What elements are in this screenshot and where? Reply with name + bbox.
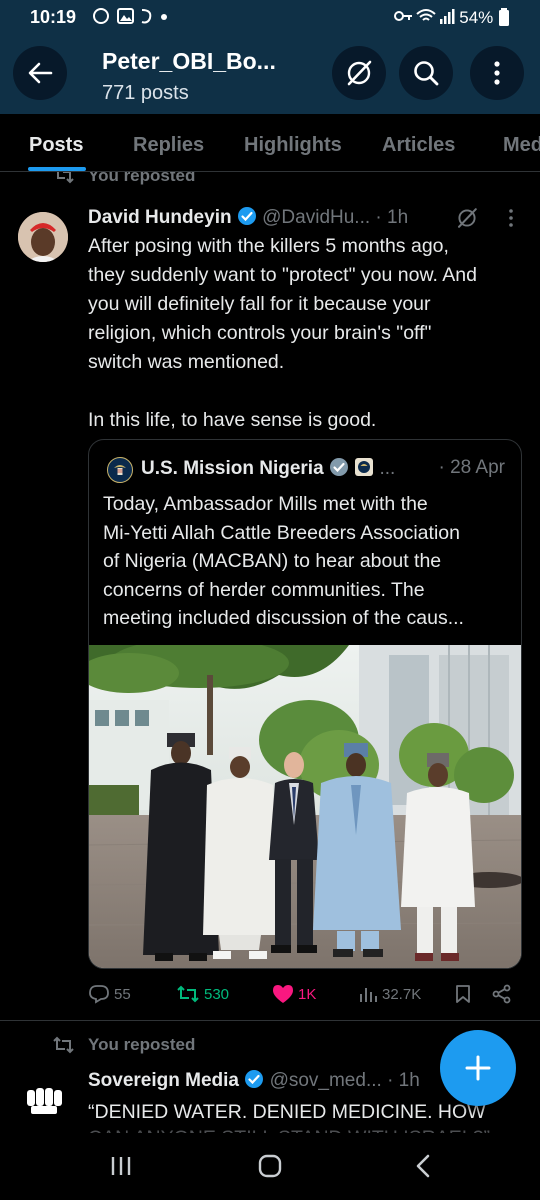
embassy-seal-icon bbox=[107, 457, 133, 483]
battery-icon bbox=[499, 8, 509, 26]
profile-tabs: Posts Replies Highlights Articles Med bbox=[0, 114, 540, 172]
repost-context-clipped: You reposted bbox=[0, 172, 540, 188]
repost-icon bbox=[53, 1036, 74, 1054]
share-icon bbox=[492, 984, 511, 1004]
reposted-label: You reposted bbox=[88, 172, 196, 185]
profile-title: Peter_OBI_Bo... bbox=[102, 48, 276, 74]
post-text-line: switch was mentioned. bbox=[88, 351, 285, 373]
post-author-line: Sovereign Media @sov_med... · 1h bbox=[88, 1069, 420, 1092]
verified-badge-icon bbox=[329, 458, 348, 476]
author-name[interactable]: Sovereign Media bbox=[88, 1070, 239, 1091]
share-button[interactable] bbox=[492, 984, 512, 1004]
status-bar: 10:19 54% bbox=[0, 0, 540, 34]
post-text-line: In this life, to have sense is good. bbox=[88, 409, 377, 431]
views-button[interactable]: 32.7K bbox=[358, 984, 421, 1004]
verified-badge-icon bbox=[245, 1070, 264, 1088]
post-time: 1h bbox=[398, 1070, 420, 1091]
quoted-text-line: meeting included discussion of the caus.… bbox=[103, 607, 464, 629]
quoted-text-line: Mi-Yetti Allah Cattle Breeders Associati… bbox=[103, 521, 460, 544]
system-navigation-bar bbox=[0, 1133, 540, 1200]
tab-replies[interactable]: Replies bbox=[133, 134, 204, 157]
quoted-text-line: concerns of herder communities. The bbox=[103, 578, 425, 601]
active-tab-indicator bbox=[28, 167, 86, 171]
compose-post-button[interactable] bbox=[440, 1030, 516, 1106]
back-nav-button[interactable] bbox=[410, 1151, 436, 1181]
notification-icons bbox=[92, 6, 170, 31]
quoted-author-name: U.S. Mission Nigeria bbox=[141, 458, 324, 479]
quoted-date-line: · 28 Apr bbox=[438, 457, 505, 479]
post-text-line: “DENIED WATER. DENIED MEDICINE. HOW bbox=[88, 1101, 486, 1123]
bookmark-icon bbox=[456, 985, 470, 1003]
view-count: 32.7K bbox=[382, 985, 422, 1003]
tab-media[interactable]: Med bbox=[503, 134, 540, 157]
status-right: 54% bbox=[393, 7, 511, 28]
heart-filled-icon bbox=[273, 985, 293, 1003]
grok-button[interactable] bbox=[332, 46, 386, 100]
like-button[interactable]: 1K bbox=[272, 984, 316, 1004]
post-actions: 55 530 1K 32.7K bbox=[88, 980, 528, 1010]
plus-icon bbox=[465, 1055, 491, 1081]
post-text-blank bbox=[88, 377, 528, 406]
quoted-post[interactable]: U.S. Mission Nigeria ... · 28 Apr Today,… bbox=[88, 439, 522, 969]
quoted-author-line: U.S. Mission Nigeria ... bbox=[141, 457, 395, 480]
back-button[interactable] bbox=[13, 46, 67, 100]
tab-articles[interactable]: Articles bbox=[382, 134, 455, 157]
reply-icon bbox=[89, 985, 109, 1004]
dot-separator: · bbox=[387, 1070, 394, 1091]
arrow-left-icon bbox=[28, 62, 53, 84]
tab-posts[interactable]: Posts bbox=[29, 134, 83, 157]
bookmark-button[interactable] bbox=[454, 984, 472, 1004]
kebab-menu-icon bbox=[494, 61, 500, 85]
post-count: 771 posts bbox=[102, 82, 189, 104]
reply-button[interactable]: 55 bbox=[88, 984, 131, 1004]
post-time: 1h bbox=[387, 207, 409, 228]
quoted-body: Today, Ambassador Mills met with the Mi-… bbox=[103, 490, 513, 633]
post-text-line: religion, which controls your brain's "o… bbox=[88, 322, 432, 344]
dot-separator: · bbox=[438, 457, 445, 478]
chevron-left-icon bbox=[416, 1154, 430, 1178]
battery-level: 54% bbox=[459, 8, 494, 27]
post-text-line: After posing with the killers 5 months a… bbox=[88, 235, 449, 257]
search-icon bbox=[414, 61, 439, 86]
quoted-text-line: Today, Ambassador Mills met with the bbox=[103, 493, 428, 515]
home-icon bbox=[258, 1154, 282, 1178]
like-count: 1K bbox=[298, 985, 317, 1003]
author-handle: @DavidHu... bbox=[262, 207, 371, 228]
repost-count: 530 bbox=[204, 985, 230, 1003]
grok-icon bbox=[347, 60, 372, 86]
recent-apps-button[interactable] bbox=[108, 1151, 134, 1181]
repost-button[interactable]: 530 bbox=[176, 984, 229, 1004]
author-handle: @sov_med... bbox=[269, 1070, 382, 1091]
profile-header: Peter_OBI_Bo... 771 posts bbox=[0, 34, 540, 114]
post-text-line: you will definitely fall for it because … bbox=[88, 293, 431, 315]
more-options-button[interactable] bbox=[470, 46, 524, 100]
dot-separator: · bbox=[375, 207, 382, 228]
quoted-handle: ... bbox=[379, 458, 396, 479]
quoted-date: 28 Apr bbox=[450, 457, 505, 478]
quoted-text-line: of Nigeria (MACBAN) to hear about the bbox=[103, 550, 442, 572]
repost-icon bbox=[57, 172, 74, 184]
sovereign-media-logo-icon bbox=[27, 1088, 62, 1114]
post-divider bbox=[0, 1020, 540, 1021]
recent-apps-icon bbox=[111, 1157, 131, 1175]
post-text-line: they suddenly want to "protect" you now.… bbox=[88, 264, 477, 286]
affiliate-badge-icon bbox=[355, 458, 374, 476]
post-body: After posing with the killers 5 months a… bbox=[88, 232, 528, 435]
post-author-line: David Hundeyin @DavidHu... · 1h bbox=[88, 206, 408, 229]
reposted-label: You reposted bbox=[88, 1035, 196, 1054]
verified-badge-icon bbox=[237, 207, 256, 225]
search-button[interactable] bbox=[399, 46, 453, 100]
tab-highlights[interactable]: Highlights bbox=[244, 134, 342, 157]
status-time: 10:19 bbox=[30, 7, 77, 27]
home-button[interactable] bbox=[256, 1151, 284, 1181]
repost-icon bbox=[177, 985, 199, 1003]
analytics-icon bbox=[360, 988, 377, 1002]
author-name[interactable]: David Hundeyin bbox=[88, 207, 232, 228]
grok-icon[interactable] bbox=[455, 206, 479, 230]
avatar[interactable] bbox=[22, 1080, 66, 1124]
post-menu-icon[interactable] bbox=[508, 208, 514, 228]
avatar[interactable] bbox=[18, 212, 68, 262]
quoted-photo[interactable] bbox=[89, 645, 522, 969]
reply-count: 55 bbox=[114, 985, 131, 1003]
